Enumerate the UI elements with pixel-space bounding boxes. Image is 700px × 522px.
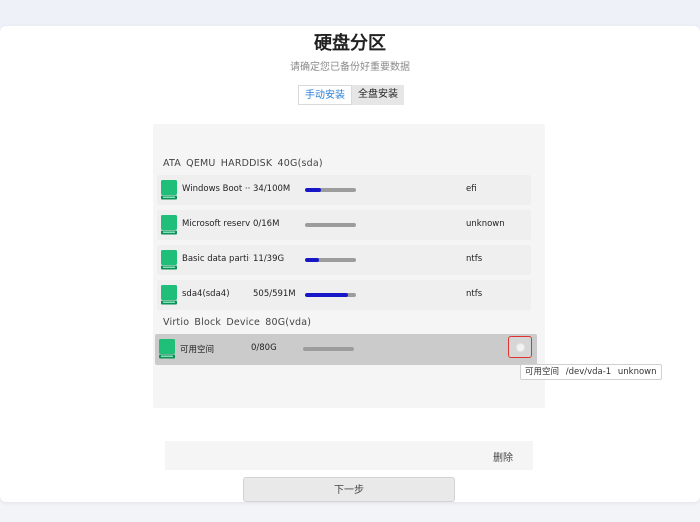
usage-bar: [305, 293, 356, 297]
partition-name: sda4(sda4): [182, 289, 230, 299]
partition-name: 可用空间: [180, 345, 215, 355]
next-step-button[interactable]: 下一步: [243, 477, 455, 502]
partition-row-sda3[interactable]: Basic data parti··· 11/39G ntfs: [157, 245, 531, 275]
new-partition-button[interactable]: [508, 336, 532, 358]
partition-size: 0/80G: [251, 343, 277, 353]
partition-filesystem: efi: [466, 184, 477, 194]
partition-name: Basic data parti···: [182, 254, 250, 264]
disk-icon: [161, 180, 177, 200]
add-partition-icon: [516, 343, 525, 352]
partition-size: 11/39G: [253, 254, 285, 264]
usage-bar: [305, 223, 356, 227]
device-header-vda: Virtio Block Device 80G(vda): [163, 317, 312, 328]
usage-bar-fill: [305, 293, 349, 297]
partition-panel: ATA QEMU HARDDISK 40G(sda) Windows Boot …: [153, 124, 545, 408]
partition-filesystem: unknown: [466, 219, 505, 229]
usage-bar: [303, 347, 354, 351]
partition-filesystem: ntfs: [466, 254, 483, 264]
disk-icon: [159, 339, 175, 359]
partition-size: 505/591M: [253, 289, 296, 299]
usage-bar: [305, 258, 356, 262]
install-mode-tabs: 手动安装 全盘安装: [298, 85, 404, 105]
partition-name: Windows Boot ···: [182, 184, 250, 194]
usage-bar: [305, 188, 356, 192]
disk-icon: [161, 285, 177, 305]
partition-size: 0/16M: [253, 219, 280, 229]
usage-bar-fill: [305, 258, 320, 262]
tab-full-disk-install[interactable]: 全盘安装: [352, 85, 404, 105]
device-header-sda: ATA QEMU HARDDISK 40G(sda): [163, 158, 323, 169]
page-subtitle: 请确定您已备份好重要数据: [290, 62, 410, 73]
partition-row-sda1[interactable]: Windows Boot ··· 34/100M efi: [157, 175, 531, 205]
disk-icon: [161, 215, 177, 235]
partition-tooltip: 可用空间 /dev/vda-1 unknown: [520, 364, 662, 380]
tab-manual-install[interactable]: 手动安装: [298, 85, 352, 105]
partition-action-bar: 删除: [165, 441, 533, 470]
partition-row-sda4[interactable]: sda4(sda4) 505/591M ntfs: [157, 280, 531, 310]
partition-row-free-space[interactable]: 可用空间 0/80G: [155, 334, 537, 365]
partition-size: 34/100M: [253, 184, 291, 194]
usage-bar-fill: [305, 188, 322, 192]
page-title: 硬盘分区: [314, 33, 386, 54]
delete-button[interactable]: 删除: [493, 449, 513, 464]
partition-name: Microsoft reserv···: [182, 219, 250, 229]
partition-row-sda2[interactable]: Microsoft reserv··· 0/16M unknown: [157, 210, 531, 240]
partition-filesystem: ntfs: [466, 289, 483, 299]
disk-icon: [161, 250, 177, 270]
